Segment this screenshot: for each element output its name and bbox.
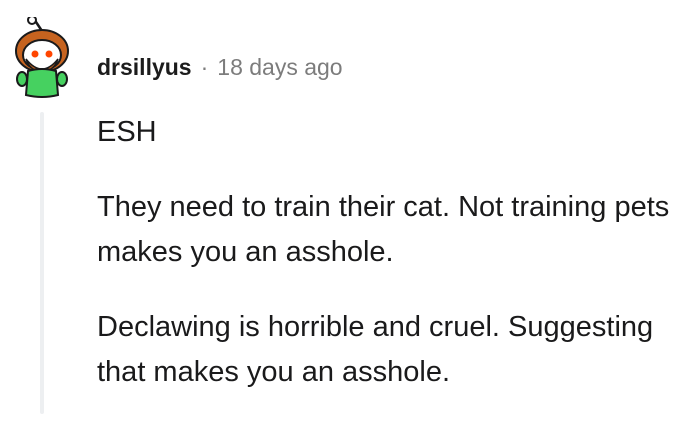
comment-paragraph: ESH bbox=[97, 116, 157, 148]
thread-line[interactable] bbox=[40, 112, 44, 414]
comment-paragraph: They need to train their cat. Not traini… bbox=[97, 191, 670, 268]
comment-paragraph: Declawing is horrible and cruel. Suggest… bbox=[97, 311, 654, 388]
meta-separator: · bbox=[200, 53, 209, 80]
comment: drsillyus · 18 days ago ESH They need to… bbox=[0, 0, 700, 414]
avatar[interactable] bbox=[10, 15, 74, 99]
reddit-snoo-avatar-icon bbox=[15, 15, 69, 98]
timestamp[interactable]: 18 days ago bbox=[217, 54, 342, 81]
comment-body: ESH They need to train their cat. Not tr… bbox=[97, 110, 692, 425]
username-link[interactable]: drsillyus bbox=[97, 54, 192, 81]
comment-meta: drsillyus · 18 days ago bbox=[97, 50, 343, 84]
